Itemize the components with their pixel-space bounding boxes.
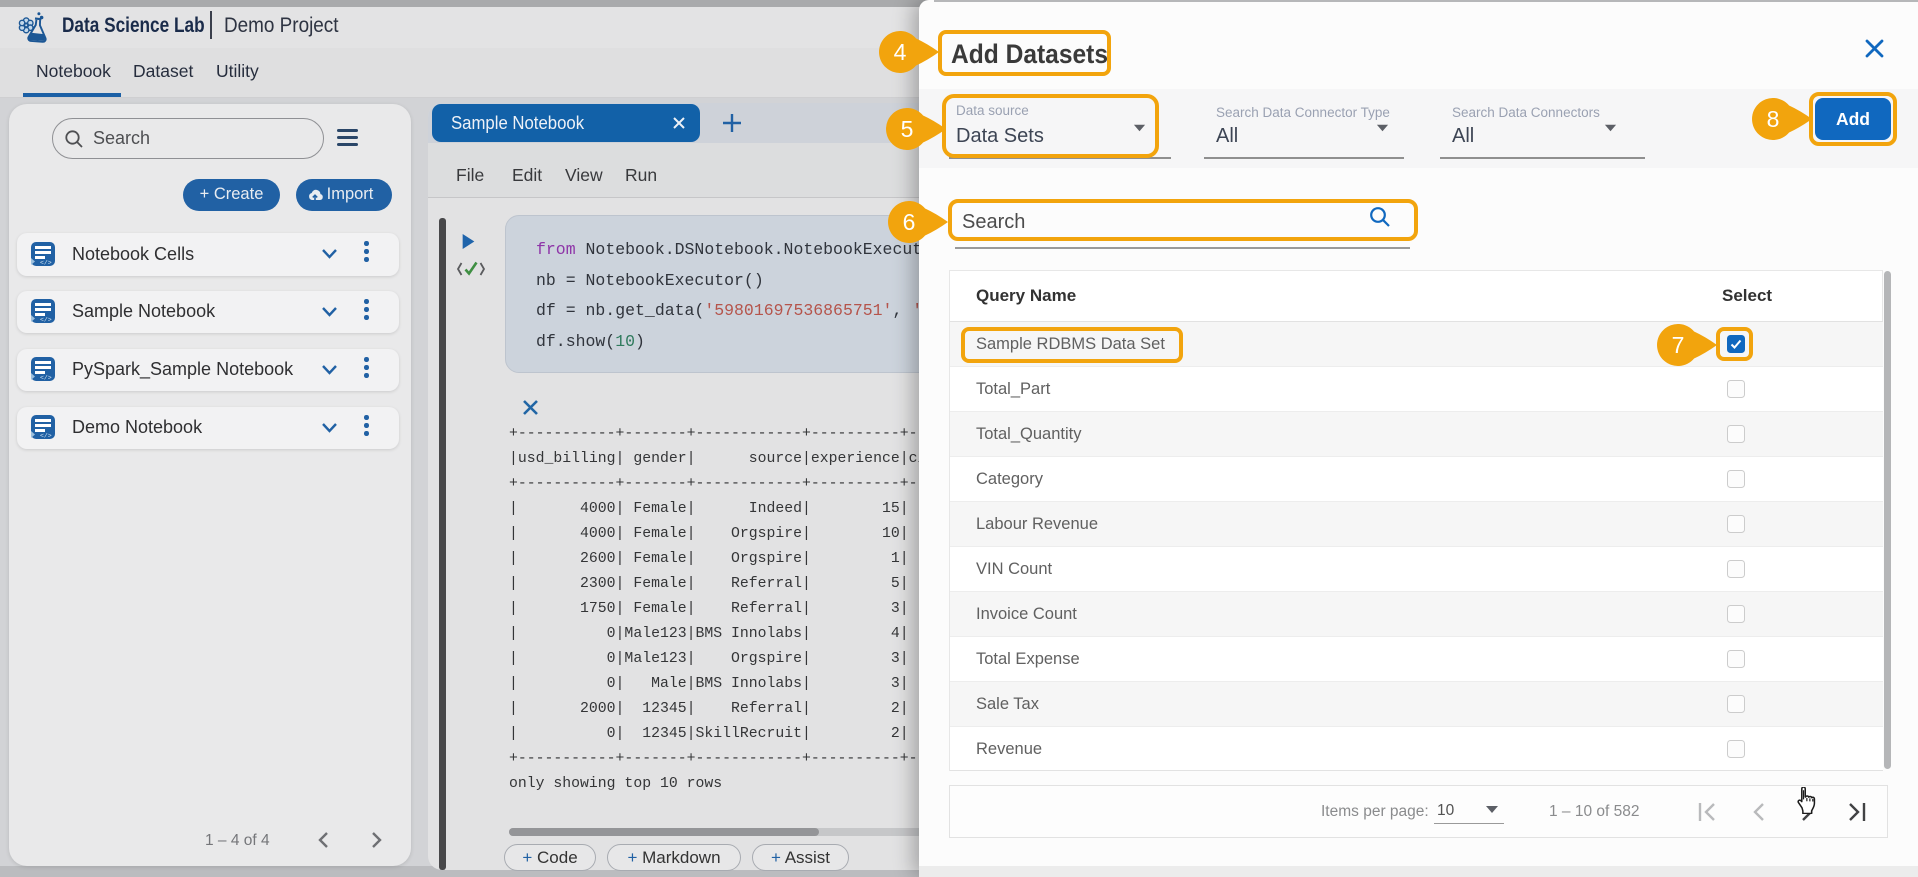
svg-text:6: 6	[903, 209, 916, 235]
svg-text:</>: </>	[40, 375, 52, 382]
svg-text:</>: </>	[40, 317, 52, 324]
svg-text:</>: </>	[40, 433, 52, 440]
svg-text:4: 4	[894, 39, 907, 65]
svg-text:8: 8	[1767, 106, 1780, 132]
svg-text:5: 5	[901, 116, 914, 142]
svg-text:7: 7	[1672, 332, 1685, 358]
svg-text:</>: </>	[40, 260, 52, 267]
